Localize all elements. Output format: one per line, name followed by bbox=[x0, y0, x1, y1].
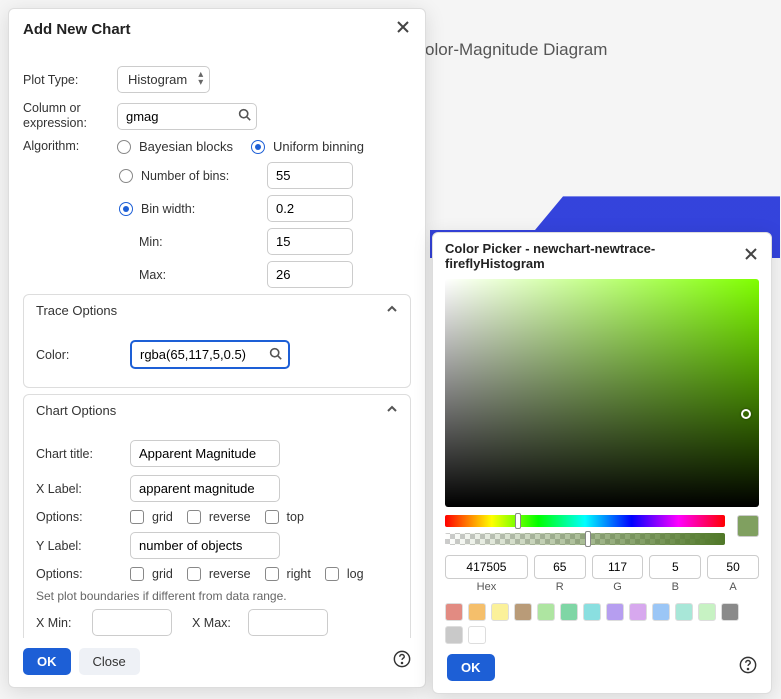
plot-type-label: Plot Type: bbox=[23, 73, 109, 87]
chart-options-panel: Chart Options Chart title: X Label: Opti… bbox=[23, 394, 411, 638]
y-grid-checkbox[interactable]: grid bbox=[130, 567, 173, 581]
chart-title-input[interactable] bbox=[130, 440, 280, 467]
numbins-radio[interactable]: Number of bins: bbox=[119, 169, 259, 183]
swatch[interactable] bbox=[560, 603, 578, 621]
b-input[interactable] bbox=[649, 555, 701, 579]
chart-options-header[interactable]: Chart Options bbox=[24, 395, 410, 426]
x-reverse-checkbox[interactable]: reverse bbox=[187, 510, 251, 524]
column-label: Column or expression: bbox=[23, 101, 109, 131]
help-icon[interactable] bbox=[739, 656, 757, 679]
x-options-label: Options: bbox=[36, 510, 122, 524]
saturation-value-area[interactable] bbox=[445, 279, 759, 507]
numbins-input[interactable] bbox=[267, 162, 353, 189]
hue-handle-icon[interactable] bbox=[515, 513, 521, 529]
dialog-title: Add New Chart bbox=[23, 21, 131, 38]
trace-color-input[interactable] bbox=[130, 340, 290, 369]
swatch[interactable] bbox=[652, 603, 670, 621]
y-label-input[interactable] bbox=[130, 532, 280, 559]
swatch[interactable] bbox=[583, 603, 601, 621]
close-icon[interactable] bbox=[743, 246, 759, 267]
x-top-checkbox[interactable]: top bbox=[265, 510, 304, 524]
chevron-up-icon bbox=[386, 403, 398, 418]
xmin-input[interactable] bbox=[92, 609, 172, 636]
trace-options-header[interactable]: Trace Options bbox=[24, 295, 410, 326]
max-label: Max: bbox=[119, 268, 259, 282]
algorithm-label: Algorithm: bbox=[23, 139, 109, 153]
swatch[interactable] bbox=[514, 603, 532, 621]
swatch[interactable] bbox=[629, 603, 647, 621]
swatch[interactable] bbox=[445, 603, 463, 621]
b-label: B bbox=[649, 581, 701, 593]
binwidth-radio[interactable]: Bin width: bbox=[119, 202, 259, 216]
plot-type-select[interactable]: Histogram ▴▾ bbox=[117, 66, 210, 93]
swatch[interactable] bbox=[698, 603, 716, 621]
swatch[interactable] bbox=[537, 603, 555, 621]
g-label: G bbox=[592, 581, 644, 593]
y-log-checkbox[interactable]: log bbox=[325, 567, 364, 581]
current-color-swatch bbox=[737, 515, 759, 537]
add-chart-dialog: Add New Chart Plot Type: Histogram ▴▾ Co… bbox=[8, 8, 426, 688]
algo-bayesian-radio[interactable]: Bayesian blocks bbox=[117, 139, 233, 154]
xmin-label: X Min: bbox=[36, 616, 86, 630]
background-chart-title: olor-Magnitude Diagram bbox=[425, 40, 607, 60]
x-label-label: X Label: bbox=[36, 482, 122, 496]
a-label: A bbox=[707, 581, 759, 593]
swatch[interactable] bbox=[468, 626, 486, 644]
max-input[interactable] bbox=[267, 261, 353, 288]
color-picker-dialog: Color Picker - newchart-newtrace-firefly… bbox=[432, 232, 772, 694]
plot-type-value: Histogram bbox=[128, 72, 187, 87]
trace-options-panel: Trace Options Color: bbox=[23, 294, 411, 388]
ok-button[interactable]: OK bbox=[23, 648, 71, 675]
search-icon[interactable] bbox=[238, 108, 251, 124]
y-options-label: Options: bbox=[36, 567, 122, 581]
x-label-input[interactable] bbox=[130, 475, 280, 502]
r-input[interactable] bbox=[534, 555, 586, 579]
help-icon[interactable] bbox=[393, 650, 411, 673]
a-input[interactable] bbox=[707, 555, 759, 579]
g-input[interactable] bbox=[592, 555, 644, 579]
chart-title-label: Chart title: bbox=[36, 447, 122, 461]
sv-handle-icon[interactable] bbox=[741, 409, 751, 419]
bounds-hint: Set plot boundaries if different from da… bbox=[36, 589, 398, 603]
swatch[interactable] bbox=[606, 603, 624, 621]
hex-label: Hex bbox=[445, 581, 528, 593]
swatch[interactable] bbox=[468, 603, 486, 621]
x-grid-checkbox[interactable]: grid bbox=[130, 510, 173, 524]
swatch[interactable] bbox=[491, 603, 509, 621]
column-input[interactable] bbox=[117, 103, 257, 130]
picker-ok-button[interactable]: OK bbox=[447, 654, 495, 681]
binwidth-input[interactable] bbox=[267, 195, 353, 222]
y-right-checkbox[interactable]: right bbox=[265, 567, 311, 581]
min-label: Min: bbox=[119, 235, 259, 249]
swatch[interactable] bbox=[675, 603, 693, 621]
preset-swatches bbox=[445, 603, 759, 644]
chevron-up-icon bbox=[386, 303, 398, 318]
color-picker-title: Color Picker - newchart-newtrace-firefly… bbox=[445, 241, 743, 271]
alpha-handle-icon[interactable] bbox=[585, 531, 591, 547]
trace-color-label: Color: bbox=[36, 348, 122, 362]
swatch[interactable] bbox=[445, 626, 463, 644]
swatch[interactable] bbox=[721, 603, 739, 621]
updown-icon: ▴▾ bbox=[198, 71, 203, 87]
algo-uniform-radio[interactable]: Uniform binning bbox=[251, 139, 364, 154]
alpha-slider[interactable] bbox=[445, 533, 725, 545]
xmax-input[interactable] bbox=[248, 609, 328, 636]
close-button[interactable]: Close bbox=[79, 648, 140, 675]
hue-slider[interactable] bbox=[445, 515, 725, 527]
min-input[interactable] bbox=[267, 228, 353, 255]
close-icon[interactable] bbox=[395, 19, 411, 40]
r-label: R bbox=[534, 581, 586, 593]
y-label-label: Y Label: bbox=[36, 539, 122, 553]
y-reverse-checkbox[interactable]: reverse bbox=[187, 567, 251, 581]
search-icon[interactable] bbox=[269, 347, 282, 363]
xmax-label: X Max: bbox=[192, 616, 242, 630]
hex-input[interactable] bbox=[445, 555, 528, 579]
